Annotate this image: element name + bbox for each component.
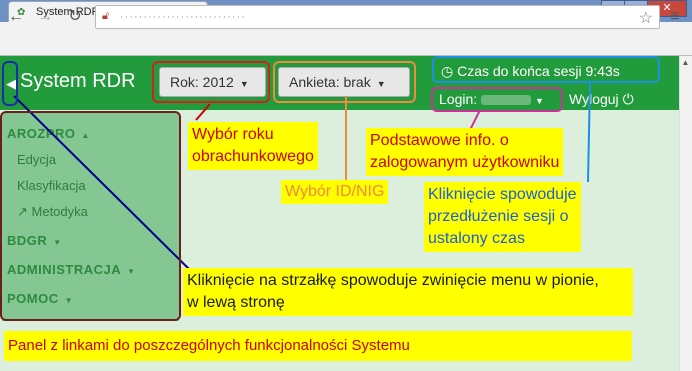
note-session: Kliknięcie spowoduje przedłużenie sesji … bbox=[424, 182, 581, 252]
note-collapse-line1: Kliknięcie na strzałkę spowoduje zwinięc… bbox=[187, 272, 599, 289]
year-highlight bbox=[152, 61, 270, 103]
login-connector-line bbox=[469, 109, 481, 131]
session-highlight bbox=[432, 56, 660, 83]
note-user-line2: zalogowanym użytkowniku bbox=[370, 154, 560, 171]
note-session-line3: ustalony czas bbox=[428, 230, 525, 247]
note-collapse: Kliknięcie na strzałkę spowoduje zwinięc… bbox=[183, 268, 633, 316]
note-user-line1: Podstawowe info. o bbox=[370, 132, 509, 149]
survey-highlight bbox=[273, 61, 416, 103]
collapse-arrow-highlight bbox=[2, 61, 18, 106]
login-highlight bbox=[431, 87, 563, 112]
note-year-line2: obrachunkowego bbox=[192, 148, 314, 165]
note-year-line1: Wybór roku bbox=[192, 126, 274, 143]
sidebar-highlight bbox=[0, 111, 181, 321]
year-connector-line bbox=[195, 103, 211, 121]
note-year: Wybór roku obrachunkowego bbox=[188, 122, 318, 170]
note-collapse-line2: w lewą stronę bbox=[187, 294, 285, 311]
note-session-line2: przedłużenie sesji o bbox=[428, 208, 569, 225]
note-session-line1: Kliknięcie spowoduje bbox=[428, 186, 577, 203]
note-panel: Panel z linkami do poszczególnych funkcj… bbox=[4, 331, 632, 361]
note-user: Podstawowe info. o zalogowanym użytkowni… bbox=[366, 128, 564, 176]
note-id-nig: Wybór ID/NIG bbox=[281, 180, 389, 204]
session-connector-line bbox=[587, 81, 591, 183]
